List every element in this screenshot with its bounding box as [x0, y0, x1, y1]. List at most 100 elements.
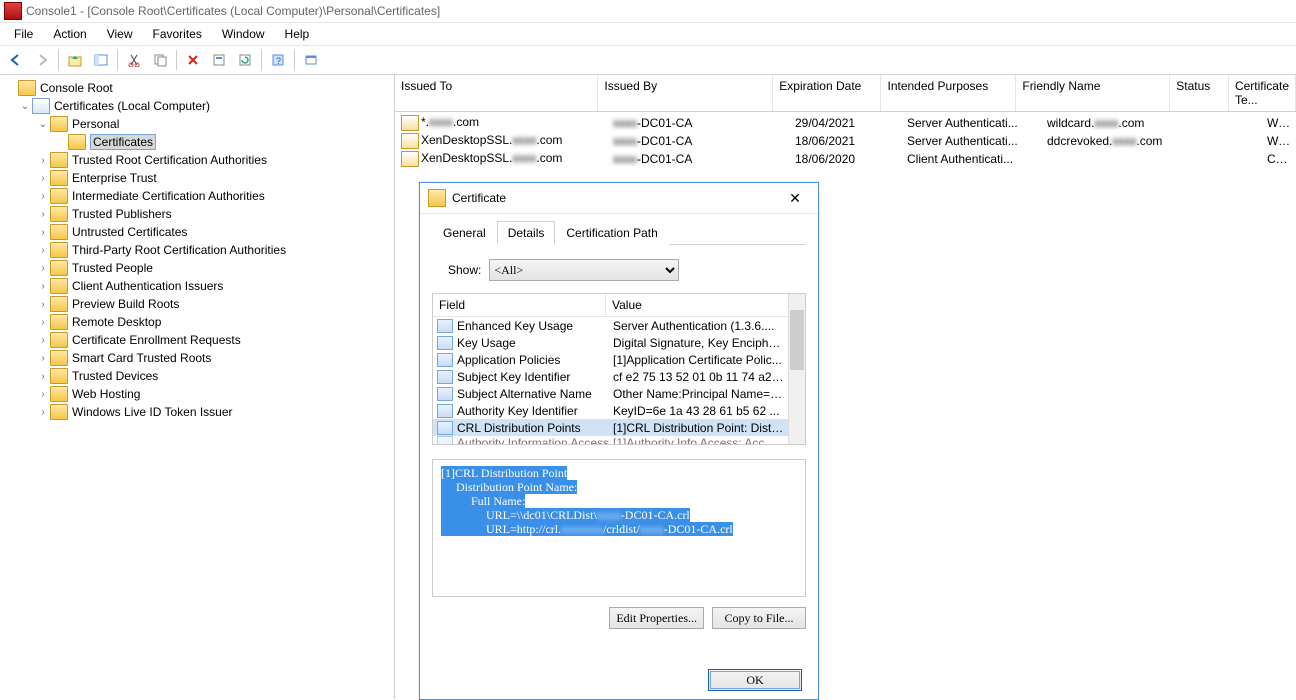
help-button[interactable]: ? [266, 48, 290, 72]
field-row[interactable]: CRL Distribution Points[1]CRL Distributi… [433, 419, 788, 436]
tree-item[interactable]: ›Certificate Enrollment Requests [0, 331, 394, 349]
tree-item[interactable]: ›Smart Card Trusted Roots [0, 349, 394, 367]
tree-item[interactable]: ›Intermediate Certification Authorities [0, 187, 394, 205]
folder-icon [50, 152, 68, 168]
tree-item[interactable]: ›Windows Live ID Token Issuer [0, 403, 394, 421]
folder-icon [18, 80, 36, 96]
certificate-icon [401, 151, 419, 167]
copy-to-file-button[interactable]: Copy to File... [712, 607, 806, 629]
certificate-row[interactable]: *.xxxx.comxxxx-DC01-CA29/04/2021Server A… [395, 114, 1296, 132]
tree-item[interactable]: ›Trusted People [0, 259, 394, 277]
tree-item[interactable]: ›Third-Party Root Certification Authorit… [0, 241, 394, 259]
show-select[interactable]: <All> [489, 259, 679, 281]
separator [58, 50, 59, 70]
tree-item[interactable]: ›Trusted Root Certification Authorities [0, 151, 394, 169]
tree-certificates-local[interactable]: ⌄Certificates (Local Computer) [0, 97, 394, 115]
col-friendly-name[interactable]: Friendly Name [1016, 75, 1170, 111]
show-hide-tree-button[interactable] [89, 48, 113, 72]
tree-item[interactable]: ›Preview Build Roots [0, 295, 394, 313]
list-header[interactable]: Issued To Issued By Expiration Date Inte… [395, 75, 1296, 112]
field-detail[interactable]: [1]CRL Distribution Point Distribution P… [432, 459, 806, 597]
extension-icon [437, 336, 453, 350]
separator [261, 50, 262, 70]
tree-item[interactable]: ›Remote Desktop [0, 313, 394, 331]
field-row[interactable]: Application Policies[1]Application Certi… [433, 351, 788, 368]
properties-button[interactable] [207, 48, 231, 72]
field-row[interactable]: Enhanced Key UsageServer Authentication … [433, 317, 788, 334]
tree-certificates-leaf[interactable]: Certificates [0, 133, 394, 151]
edit-properties-button[interactable]: Edit Properties... [609, 607, 704, 629]
tree-item[interactable]: ›Web Hosting [0, 385, 394, 403]
col-purposes[interactable]: Intended Purposes [881, 75, 1016, 111]
close-button[interactable]: ✕ [780, 190, 810, 207]
tree-item[interactable]: ›Trusted Publishers [0, 205, 394, 223]
folder-icon [68, 134, 86, 150]
certificate-dialog: Certificate ✕ General Details Certificat… [419, 182, 819, 700]
extension-icon [437, 421, 453, 435]
tree-pane[interactable]: Console Root ⌄Certificates (Local Comput… [0, 75, 395, 699]
col-issued-to[interactable]: Issued To [395, 75, 598, 111]
folder-icon [50, 116, 68, 132]
delete-button[interactable] [181, 48, 205, 72]
certificate-icon [401, 115, 419, 131]
folder-icon [50, 278, 68, 294]
tree-item[interactable]: ›Untrusted Certificates [0, 223, 394, 241]
col-template[interactable]: Certificate Te... [1229, 75, 1296, 111]
scrollbar-thumb[interactable] [790, 310, 804, 370]
tab-general[interactable]: General [432, 221, 497, 245]
tab-details[interactable]: Details [497, 221, 556, 245]
col-issued-by[interactable]: Issued By [598, 75, 773, 111]
cut-button[interactable] [122, 48, 146, 72]
tree-item[interactable]: ›Client Authentication Issuers [0, 277, 394, 295]
folder-icon [50, 314, 68, 330]
folder-icon [50, 386, 68, 402]
menu-action[interactable]: Action [45, 25, 94, 43]
new-window-button[interactable] [299, 48, 323, 72]
separator [294, 50, 295, 70]
tree-personal[interactable]: ⌄Personal [0, 115, 394, 133]
col-expiration[interactable]: Expiration Date [773, 75, 881, 111]
certificate-icon [401, 133, 419, 149]
tab-certification-path[interactable]: Certification Path [555, 221, 668, 245]
toolbar: ? [0, 46, 1296, 75]
app-icon [4, 2, 22, 20]
extension-icon [437, 436, 453, 444]
back-button[interactable] [4, 48, 28, 72]
menu-file[interactable]: File [6, 25, 41, 43]
field-row[interactable]: Authority Information Access[1]Authority… [433, 436, 788, 444]
refresh-button[interactable] [233, 48, 257, 72]
col-field[interactable]: Field [433, 294, 606, 316]
up-button[interactable] [63, 48, 87, 72]
menubar: File Action View Favorites Window Help [0, 23, 1296, 46]
certificate-row[interactable]: XenDesktopSSL.xxxx.comxxxx-DC01-CA18/06/… [395, 150, 1296, 168]
field-row[interactable]: Subject Alternative NameOther Name:Princ… [433, 385, 788, 402]
tree-item[interactable]: ›Enterprise Trust [0, 169, 394, 187]
window-titlebar: Console1 - [Console Root\Certificates (L… [0, 0, 1296, 23]
menu-help[interactable]: Help [277, 25, 318, 43]
extension-icon [437, 404, 453, 418]
field-row[interactable]: Authority Key IdentifierKeyID=6e 1a 43 2… [433, 402, 788, 419]
folder-icon [50, 350, 68, 366]
col-status[interactable]: Status [1170, 75, 1229, 111]
menu-view[interactable]: View [99, 25, 141, 43]
cert-store-icon [32, 98, 50, 114]
scrollbar[interactable] [788, 294, 805, 444]
folder-icon [50, 296, 68, 312]
tree-item[interactable]: ›Trusted Devices [0, 367, 394, 385]
show-label: Show: [448, 263, 481, 277]
copy-button[interactable] [148, 48, 172, 72]
dialog-titlebar[interactable]: Certificate ✕ [420, 183, 818, 214]
certificate-icon [428, 189, 446, 207]
field-row[interactable]: Key UsageDigital Signature, Key Encipher… [433, 334, 788, 351]
fields-list[interactable]: Field Value Enhanced Key UsageServer Aut… [432, 293, 806, 445]
menu-window[interactable]: Window [214, 25, 273, 43]
certificate-row[interactable]: XenDesktopSSL.xxxx.comxxxx-DC01-CA18/06/… [395, 132, 1296, 150]
separator [176, 50, 177, 70]
menu-favorites[interactable]: Favorites [145, 25, 210, 43]
ok-button[interactable]: OK [708, 669, 802, 691]
tree-console-root[interactable]: Console Root [0, 79, 394, 97]
forward-button[interactable] [30, 48, 54, 72]
dialog-title: Certificate [452, 191, 506, 205]
field-row[interactable]: Subject Key Identifiercf e2 75 13 52 01 … [433, 368, 788, 385]
col-value[interactable]: Value [606, 294, 788, 316]
